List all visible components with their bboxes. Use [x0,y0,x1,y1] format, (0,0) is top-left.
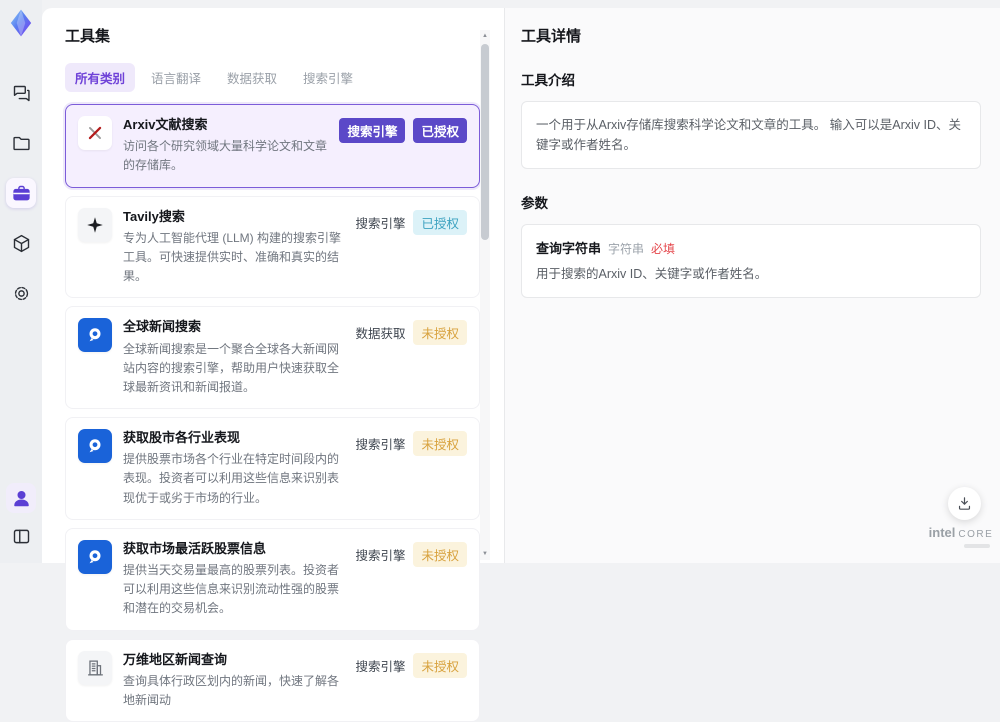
tool-desc: 访问各个研究领域大量科学论文和文章的存储库。 [123,139,328,173]
toolbox-icon [12,185,30,200]
page-title: 工具集 [65,28,111,45]
tab-all-categories[interactable]: 所有类别 [65,63,136,92]
sidebar-rail [0,0,42,563]
tool-category-badge: 搜索引擎 [339,118,406,143]
tool-status-badge: 未授权 [413,320,467,346]
user-icon [13,490,29,506]
tool-status-badge: 未授权 [413,652,467,678]
tool-category-badge: 搜索引擎 [355,659,406,674]
tool-name: 万维地区新闻查询 [123,651,228,667]
tool-category-badge: 搜索引擎 [355,438,406,453]
intro-box: 一个用于从Arxiv存储库搜索科学论文和文章的工具。 输入可以是Arxiv ID… [521,101,981,169]
sidebar-item-chat[interactable] [6,78,36,108]
building-icon [87,660,103,676]
news-globe-icon [89,328,101,342]
details-title: 工具详情 [521,28,582,45]
tool-desc: 查询具体行政区划内的新闻，快速了解各地新闻动 [123,673,340,707]
tool-icon [78,116,112,150]
tool-icon [78,207,112,242]
tool-icon [78,429,112,464]
cube-icon [13,234,29,252]
tool-card[interactable]: 全球新闻搜索 全球新闻搜索是一个聚合全球各大新闻网站内容的搜索引擎，帮助用户快速… [65,306,480,410]
news-globe-icon [89,550,101,564]
tab-2[interactable]: 数据获取 [217,63,287,92]
tool-desc: 专为人工智能代理 (LLM) 构建的搜索引擎工具。可快速提供实时、准确和真实的结… [123,230,342,284]
scrollbar-thumb[interactable] [481,44,489,240]
param-desc: 用于搜索的Arxiv ID、关键字或作者姓名。 [536,267,768,281]
tool-icon [78,318,112,353]
tab-1[interactable]: 语言翻译 [141,63,211,92]
sidebar-item-folder[interactable] [6,128,36,158]
param-type: 字符串 [608,242,645,256]
tool-details-panel: 工具详情 工具介绍 一个用于从Arxiv存储库搜索科学论文和文章的工具。 输入可… [504,8,1000,563]
tool-card[interactable]: 获取股市各行业表现 提供股票市场各个行业在特定时间段内的表现。投资者可以利用这些… [65,417,480,520]
tool-status-badge: 未授权 [413,541,467,567]
scroll-up-icon[interactable]: ▲ [480,31,490,41]
tool-card[interactable]: 万维地区新闻查询 查询具体行政区划内的新闻，快速了解各地新闻动 搜索引擎 未授权 [65,638,480,722]
tool-desc: 全球新闻搜索是一个聚合全球各大新闻网站内容的搜索引擎，帮助用户快速获取全球最新资… [123,341,340,394]
tool-card[interactable]: Arxiv文献搜索 访问各个研究领域大量科学论文和文章的存储库。 搜索引擎 已授… [65,104,480,188]
tool-icon [78,650,112,685]
tool-list: Arxiv文献搜索 访问各个研究领域大量科学论文和文章的存储库。 搜索引擎 已授… [65,104,480,722]
sidebar-bottom [6,483,36,551]
tool-desc: 提供当天交易量最高的股票列表。投资者可以利用这些信息来识别流动性强的股票和潜在的… [123,563,340,616]
tool-name: Arxiv文献搜索 [123,117,208,132]
tool-category-badge: 搜索引擎 [355,216,406,231]
tool-category-badge: 搜索引擎 [355,548,406,563]
intel-core-logo: intel CORE [926,524,996,548]
intro-text: 一个用于从Arxiv存储库搜索科学论文和文章的工具。 输入可以是Arxiv ID… [536,118,962,152]
list-scrollbar[interactable]: ▲ ▼ [480,30,490,560]
tool-list-panel: 工具集 所有类别 语言翻译 数据获取 搜索引擎 Arxiv文献搜索 访问各个研究领域大… [42,8,504,722]
params-heading: 参数 [521,196,548,211]
scroll-down-icon[interactable]: ▼ [480,549,490,559]
tool-icon [78,539,112,574]
tool-name: Tavily搜索 [123,208,185,224]
arxiv-x-icon [88,126,102,140]
sidebar-item-user[interactable] [6,483,36,513]
sidebar-item-toolbox[interactable] [6,178,36,208]
news-globe-icon [89,439,101,453]
category-tabs: 所有类别 语言翻译 数据获取 搜索引擎 [65,63,504,92]
tab-3[interactable]: 搜索引擎 [293,63,363,92]
param-box: 查询字符串 字符串 必填 用于搜索的Arxiv ID、关键字或作者姓名。 [521,224,981,298]
tool-name: 获取股市各行业表现 [123,430,241,446]
param-required-badge: 必填 [651,242,676,256]
folder-icon [12,136,30,150]
download-button[interactable] [948,487,981,520]
tool-status-badge: 已授权 [413,118,467,143]
sidebar-item-cube[interactable] [6,228,36,258]
sidebar-item-gear[interactable] [6,278,36,308]
gear-icon [14,286,28,300]
tool-desc: 提供股票市场各个行业在特定时间段内的表现。投资者可以利用这些信息来识别表现优于或… [123,452,340,505]
tool-card[interactable]: Tavily搜索 专为人工智能代理 (LLM) 构建的搜索引擎工具。可快速提供实… [65,195,480,299]
intro-heading: 工具介绍 [521,73,575,88]
tavily-star-icon [87,216,103,233]
layout-panel-icon [13,529,29,543]
sidebar-nav [6,78,36,308]
tool-status-badge: 已授权 [413,209,467,235]
tool-status-badge: 未授权 [413,431,467,457]
tool-name: 全球新闻搜索 [123,319,202,335]
tool-card[interactable]: 获取市场最活跃股票信息 提供当天交易量最高的股票列表。投资者可以利用这些信息来识… [65,527,480,631]
download-icon [958,497,971,510]
sidebar-item-layout-panel[interactable] [6,521,36,551]
tool-category-badge: 数据获取 [355,327,406,342]
chat-icon [13,85,30,101]
app-logo[interactable] [6,8,36,38]
tool-name: 获取市场最活跃股票信息 [123,540,267,556]
param-name: 查询字符串 [536,241,602,256]
